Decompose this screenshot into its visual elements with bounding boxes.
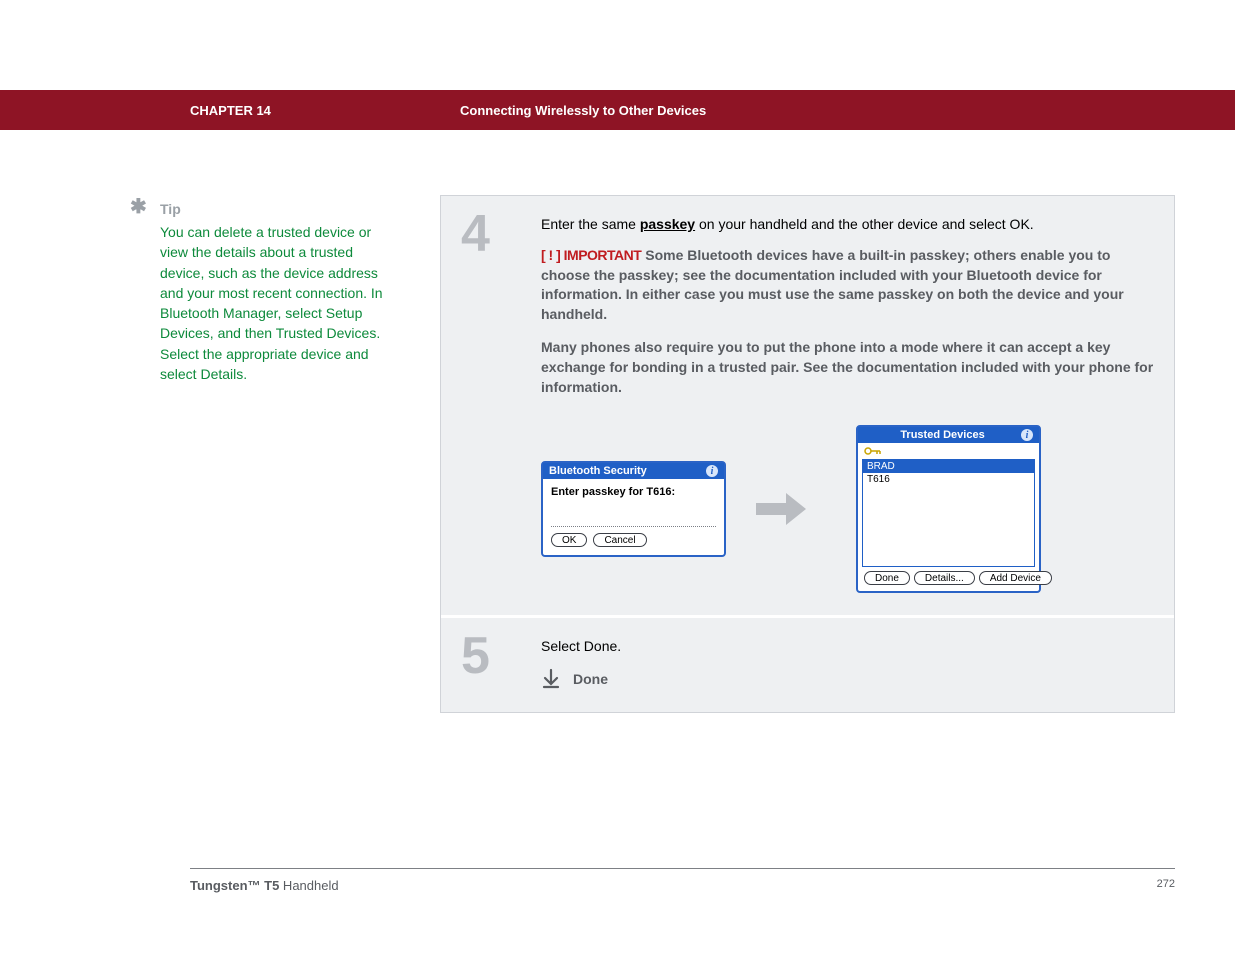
ok-button[interactable]: OK — [551, 533, 587, 547]
step-number: 4 — [441, 196, 541, 615]
info-icon[interactable]: i — [706, 465, 718, 477]
steps-container: 4 Enter the same passkey on your handhel… — [440, 195, 1175, 713]
bt-prompt: Enter passkey for T616: — [551, 485, 716, 499]
passkey-input[interactable] — [551, 517, 716, 527]
important-para2: Many phones also require you to put the … — [541, 338, 1154, 397]
asterisk-icon: ✱ — [130, 197, 147, 217]
trusted-devices-dialog: Trusted Devices i BRAD T616 — [856, 425, 1041, 593]
step-4: 4 Enter the same passkey on your handhel… — [441, 196, 1174, 615]
done-button[interactable]: Done — [864, 571, 910, 585]
down-arrow-icon — [541, 668, 561, 690]
key-icon — [864, 446, 882, 456]
list-item[interactable]: T616 — [863, 473, 1034, 486]
important-block: [ ! ] IMPORTANT Some Bluetooth devices h… — [541, 246, 1154, 324]
tip-body: You can delete a trusted device or view … — [160, 222, 390, 384]
arrow-icon — [726, 477, 836, 542]
td-keystrip — [858, 443, 1039, 459]
td-titlebar: Trusted Devices i — [858, 427, 1039, 443]
chapter-title: Connecting Wirelessly to Other Devices — [460, 103, 706, 118]
td-list[interactable]: BRAD T616 — [862, 459, 1035, 567]
instr-pre: Enter the same — [541, 216, 640, 232]
bt-title: Bluetooth Security — [549, 465, 647, 477]
chapter-label: CHAPTER 14 — [190, 103, 460, 118]
add-device-button[interactable]: Add Device — [979, 571, 1052, 585]
page-number: 272 — [1157, 878, 1175, 893]
product-rest: Handheld — [279, 878, 338, 893]
footer-rule — [190, 868, 1175, 869]
instr-post: on your handheld and the other device an… — [695, 216, 1034, 232]
tip-heading: Tip — [160, 201, 181, 217]
info-icon[interactable]: i — [1021, 429, 1033, 441]
done-row: Done — [541, 668, 1154, 690]
details-button[interactable]: Details... — [914, 571, 975, 585]
step-number: 5 — [441, 618, 541, 712]
product-name: Tungsten™ T5 Handheld — [190, 878, 339, 893]
step-5: 5 Select Done. Done — [441, 615, 1174, 712]
product-bold: Tungsten™ T5 — [190, 878, 279, 893]
important-prefix: [ ! ] IMPORTANT — [541, 247, 641, 263]
passkey-link[interactable]: passkey — [640, 216, 695, 232]
bluetooth-security-dialog: Bluetooth Security i Enter passkey for T… — [541, 461, 726, 557]
cancel-button[interactable]: Cancel — [593, 533, 646, 547]
footer: Tungsten™ T5 Handheld 272 — [190, 878, 1175, 893]
list-item[interactable]: BRAD — [863, 460, 1034, 473]
header-band: CHAPTER 14 Connecting Wirelessly to Othe… — [0, 90, 1235, 130]
bt-titlebar: Bluetooth Security i — [543, 463, 724, 479]
step5-instruction: Select Done. — [541, 638, 1154, 654]
step4-instruction: Enter the same passkey on your handheld … — [541, 216, 1154, 232]
done-label: Done — [573, 671, 608, 687]
screenshots-row: Bluetooth Security i Enter passkey for T… — [541, 425, 1154, 593]
td-title: Trusted Devices — [864, 429, 1021, 441]
